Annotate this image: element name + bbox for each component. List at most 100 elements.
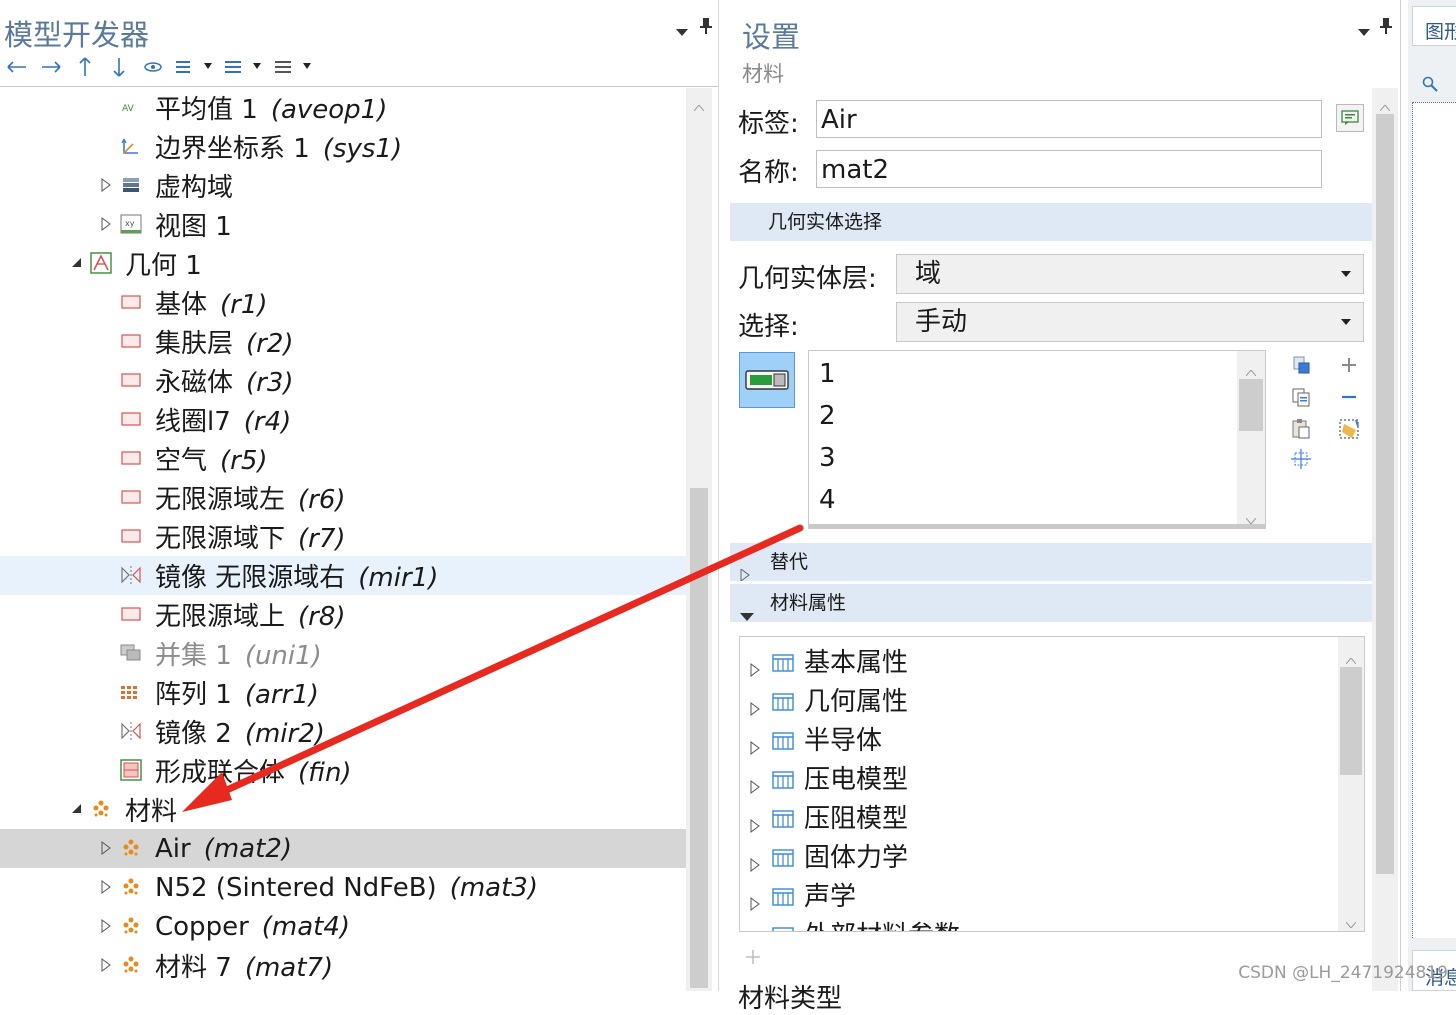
add-icon[interactable]	[1336, 352, 1362, 378]
form-union-icon	[120, 759, 142, 781]
expand-arrow-icon[interactable]	[99, 919, 113, 933]
scroll-down-icon[interactable]	[1345, 913, 1357, 931]
override-section[interactable]: 替代	[730, 543, 1372, 582]
back-arrow-icon[interactable]	[0, 54, 34, 80]
remove-icon[interactable]	[1336, 384, 1362, 410]
selection-list[interactable]: 1 2 3 4	[808, 350, 1266, 528]
material-properties-tree[interactable]: 基本属性几何属性半导体压电模型压阻模型固体力学声学外部材料参数	[739, 636, 1365, 932]
settings-scrollbar[interactable]	[1372, 88, 1398, 991]
pane-menu-icon[interactable]	[676, 22, 688, 41]
add-property-icon[interactable]	[744, 948, 762, 970]
name-input[interactable]: mat2	[816, 150, 1322, 188]
tree-row[interactable]: 镜像 2 (mir2)	[0, 712, 686, 751]
selection-list-item[interactable]: 4	[819, 485, 836, 515]
geom-level-select[interactable]: 域	[896, 254, 1364, 294]
tree-row[interactable]: AV 平均值 1 (aveop1)	[0, 88, 686, 127]
pin-icon[interactable]	[700, 18, 712, 38]
selection-scroll-thumb[interactable]	[1239, 379, 1263, 431]
graphics-tab[interactable]: 图形	[1412, 6, 1456, 46]
tree-row[interactable]: Copper (mat4)	[0, 907, 686, 946]
expand-arrow-icon[interactable]	[750, 927, 760, 931]
properties-scrollbar[interactable]	[1338, 637, 1364, 931]
tree-row[interactable]: 材料 7 (mat7)	[0, 946, 686, 985]
tree-item-label: 无限源域左 (r6)	[155, 479, 346, 516]
settings-pin-icon[interactable]	[1380, 18, 1392, 38]
move-up-icon[interactable]	[68, 54, 102, 80]
tree-row[interactable]: 空气 (r5)	[0, 439, 686, 478]
tree-row[interactable]: 边界坐标系 1 (sys1)	[0, 127, 686, 166]
copy-selection-icon[interactable]	[1288, 384, 1314, 410]
tree-row[interactable]: N52 (Sintered NdFeB) (mat3)	[0, 868, 686, 907]
expand-arrow-icon[interactable]	[99, 841, 113, 855]
selection-list-item[interactable]: 3	[819, 443, 836, 473]
tree-row[interactable]: 材料	[0, 790, 686, 829]
settings-pane: 设置 材料 标签: Air 名称: mat2 几何实体选择 几何实体层: 域 选…	[730, 0, 1398, 1014]
expand-all-icon[interactable]	[218, 54, 268, 80]
collapse-arrow-icon[interactable]	[69, 802, 83, 816]
tree-row[interactable]: 镜像 无限源域右 (mir1)	[0, 556, 686, 595]
collapse-all-icon[interactable]	[170, 54, 218, 80]
move-down-icon[interactable]	[102, 54, 136, 80]
tree-row[interactable]: 形成联合体 (fin)	[0, 751, 686, 790]
paste-icon[interactable]	[1288, 416, 1314, 442]
expand-arrow-icon[interactable]	[99, 880, 113, 894]
scroll-up-icon[interactable]	[693, 96, 705, 115]
tree-row[interactable]: 虚构域	[0, 166, 686, 205]
pane-splitter-right[interactable]	[1400, 0, 1401, 991]
tree-row[interactable]: 集肤层 (r2)	[0, 322, 686, 361]
scroll-up-icon[interactable]	[1379, 96, 1391, 115]
tree-row[interactable]: 基体 (r1)	[0, 283, 686, 322]
tree-scroll-thumb[interactable]	[690, 488, 708, 988]
tree-row[interactable]: 几何 1	[0, 244, 686, 283]
label-input[interactable]: Air	[816, 100, 1322, 138]
activate-selection-toggle[interactable]	[739, 352, 795, 408]
clear-selection-icon[interactable]	[1336, 416, 1362, 442]
selection-list-item[interactable]: 1	[819, 359, 836, 389]
tree-row[interactable]: 并集 1 (uni1)	[0, 634, 686, 673]
tree-row[interactable]: 线圈l7 (r4)	[0, 400, 686, 439]
settings-menu-icon[interactable]	[1358, 22, 1370, 41]
selection-list-item[interactable]: 2	[819, 401, 836, 431]
tree-item-label: 并集 1 (uni1)	[155, 635, 322, 672]
expand-arrow-icon[interactable]	[750, 693, 760, 723]
property-group-label: 压电模型	[804, 765, 909, 795]
show-icon[interactable]	[136, 54, 170, 80]
geom-selection-section[interactable]: 几何实体选择	[730, 203, 1372, 241]
tree-row[interactable]: 无限源域左 (r6)	[0, 478, 686, 517]
selection-list-scrollbar[interactable]	[1237, 351, 1265, 527]
collapse-arrow-icon[interactable]	[69, 256, 83, 270]
tree-row[interactable]: 阵列 1 (arr1)	[0, 673, 686, 712]
tree-row[interactable]: Air (mat2)	[0, 829, 686, 868]
rectangle-icon	[120, 603, 142, 625]
tree-row[interactable]: 无限源域上 (r8)	[0, 595, 686, 634]
model-builder-toolbar	[0, 54, 318, 80]
list-view-icon[interactable]	[268, 54, 318, 80]
expand-arrow-icon[interactable]	[99, 217, 113, 231]
expand-arrow-icon[interactable]	[750, 654, 760, 684]
forward-arrow-icon[interactable]	[34, 54, 68, 80]
expand-arrow-icon[interactable]	[750, 810, 760, 840]
tree-item-label: 无限源域下 (r7)	[155, 518, 346, 555]
selection-select[interactable]: 手动	[896, 302, 1364, 342]
scroll-up-icon[interactable]	[1245, 361, 1257, 380]
expand-arrow-icon[interactable]	[750, 732, 760, 762]
expand-arrow-icon[interactable]	[99, 958, 113, 972]
properties-scroll-thumb[interactable]	[1340, 667, 1362, 775]
graphics-canvas[interactable]	[1412, 102, 1456, 938]
material-properties-section[interactable]: 材料属性	[730, 584, 1372, 622]
expand-arrow-icon[interactable]	[750, 849, 760, 879]
settings-scroll-thumb[interactable]	[1376, 114, 1394, 874]
zoom-to-selection-icon[interactable]	[1288, 446, 1314, 472]
expand-arrow-icon[interactable]	[99, 178, 113, 192]
edit-label-button[interactable]	[1336, 104, 1364, 132]
paste-selection-icon[interactable]	[1288, 352, 1314, 378]
tree-row[interactable]: 永磁体 (r3)	[0, 361, 686, 400]
expand-arrow-icon[interactable]	[750, 771, 760, 801]
expand-arrow-icon[interactable]	[750, 888, 760, 918]
tree-scrollbar[interactable]	[686, 88, 712, 991]
tree-row[interactable]: 无限源域下 (r7)	[0, 517, 686, 556]
zoom-icon[interactable]	[1422, 76, 1438, 96]
scroll-up-icon[interactable]	[1345, 649, 1357, 668]
tree-row[interactable]: xy 视图 1	[0, 205, 686, 244]
pane-splitter[interactable]	[718, 0, 719, 991]
